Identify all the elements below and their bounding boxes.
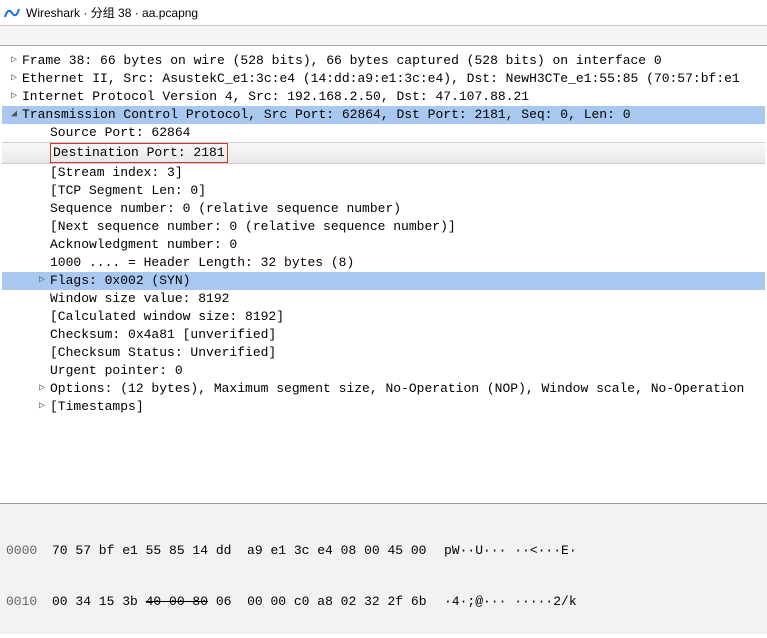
ip-text: Internet Protocol Version 4, Src: 192.16… — [22, 88, 529, 106]
tcp-line[interactable]: ◢ Transmission Control Protocol, Src Por… — [2, 106, 765, 124]
chevron-right-icon[interactable]: ▷ — [36, 380, 48, 398]
hex-bytes: 00 34 15 3b 40 00 80 06 00 00 c0 a8 02 3… — [52, 593, 432, 610]
checksum-text: Checksum: 0x4a81 [unverified] — [50, 326, 276, 344]
stream-index-line[interactable]: [Stream index: 3] — [2, 164, 765, 182]
win-size-line[interactable]: Window size value: 8192 — [2, 290, 765, 308]
ethernet-line[interactable]: ▷ Ethernet II, Src: AsustekC_e1:3c:e4 (1… — [2, 70, 765, 88]
packet-detail-pane[interactable]: ▷ Frame 38: 66 bytes on wire (528 bits),… — [0, 46, 767, 504]
hex-offset: 0010 — [2, 593, 52, 610]
frame-text: Frame 38: 66 bytes on wire (528 bits), 6… — [22, 52, 662, 70]
tcp-text: Transmission Control Protocol, Src Port:… — [22, 106, 631, 124]
chevron-right-icon[interactable]: ▷ — [36, 272, 48, 290]
dst-port-line[interactable]: Destination Port: 2181 — [2, 142, 765, 164]
options-line[interactable]: ▷ Options: (12 bytes), Maximum segment s… — [2, 380, 765, 398]
ip-line[interactable]: ▷ Internet Protocol Version 4, Src: 192.… — [2, 88, 765, 106]
hex-ascii: ·4·;@··· ·····2/k — [432, 593, 577, 610]
seg-len-text: [TCP Segment Len: 0] — [50, 182, 206, 200]
urgent-line[interactable]: Urgent pointer: 0 — [2, 362, 765, 380]
tab-strip — [0, 26, 767, 46]
ack-num-text: Acknowledgment number: 0 — [50, 236, 237, 254]
hdr-len-line[interactable]: 1000 .... = Header Length: 32 bytes (8) — [2, 254, 765, 272]
flags-line[interactable]: ▷ Flags: 0x002 (SYN) — [2, 272, 765, 290]
wireshark-logo-icon — [4, 5, 20, 21]
app-name: Wireshark — [26, 6, 80, 20]
window-title: · 分组 38 · aa.pcapng — [83, 4, 198, 21]
chevron-right-icon[interactable]: ▷ — [8, 88, 20, 106]
calc-win-line[interactable]: [Calculated window size: 8192] — [2, 308, 765, 326]
chevron-right-icon[interactable]: ▷ — [8, 70, 20, 88]
dst-port-text: Destination Port: 2181 — [50, 143, 228, 163]
flags-text: Flags: 0x002 (SYN) — [50, 272, 190, 290]
urgent-text: Urgent pointer: 0 — [50, 362, 183, 380]
src-port-text: Source Port: 62864 — [50, 124, 190, 142]
check-status-text: [Checksum Status: Unverified] — [50, 344, 276, 362]
hex-ascii: pW··U··· ··<···E· — [432, 542, 577, 559]
window-title-bar: Wireshark · 分组 38 · aa.pcapng — [0, 0, 767, 26]
timestamps-text: [Timestamps] — [50, 398, 144, 416]
chevron-down-icon[interactable]: ◢ — [8, 106, 20, 124]
eth-text: Ethernet II, Src: AsustekC_e1:3c:e4 (14:… — [22, 70, 740, 88]
calc-win-text: [Calculated window size: 8192] — [50, 308, 284, 326]
seg-len-line[interactable]: [TCP Segment Len: 0] — [2, 182, 765, 200]
chevron-right-icon[interactable]: ▷ — [8, 52, 20, 70]
next-seq-text: [Next sequence number: 0 (relative seque… — [50, 218, 456, 236]
chevron-right-icon[interactable]: ▷ — [36, 398, 48, 416]
next-seq-line[interactable]: [Next sequence number: 0 (relative seque… — [2, 218, 765, 236]
hdr-len-text: 1000 .... = Header Length: 32 bytes (8) — [50, 254, 354, 272]
src-port-line[interactable]: Source Port: 62864 — [2, 124, 765, 142]
frame-line[interactable]: ▷ Frame 38: 66 bytes on wire (528 bits),… — [2, 52, 765, 70]
hex-offset: 0000 — [2, 542, 52, 559]
stream-idx-text: [Stream index: 3] — [50, 164, 183, 182]
hex-dump-pane[interactable]: 0000 70 57 bf e1 55 85 14 dd a9 e1 3c e4… — [0, 504, 767, 634]
ack-num-line[interactable]: Acknowledgment number: 0 — [2, 236, 765, 254]
checksum-line[interactable]: Checksum: 0x4a81 [unverified] — [2, 326, 765, 344]
timestamps-line[interactable]: ▷ [Timestamps] — [2, 398, 765, 416]
check-status-line[interactable]: [Checksum Status: Unverified] — [2, 344, 765, 362]
seq-num-line[interactable]: Sequence number: 0 (relative sequence nu… — [2, 200, 765, 218]
win-size-text: Window size value: 8192 — [50, 290, 229, 308]
hex-row-0000[interactable]: 0000 70 57 bf e1 55 85 14 dd a9 e1 3c e4… — [2, 542, 765, 559]
seq-num-text: Sequence number: 0 (relative sequence nu… — [50, 200, 401, 218]
hex-bytes: 70 57 bf e1 55 85 14 dd a9 e1 3c e4 08 0… — [52, 542, 432, 559]
options-text: Options: (12 bytes), Maximum segment siz… — [50, 380, 744, 398]
hex-row-0010[interactable]: 0010 00 34 15 3b 40 00 80 06 00 00 c0 a8… — [2, 593, 765, 610]
